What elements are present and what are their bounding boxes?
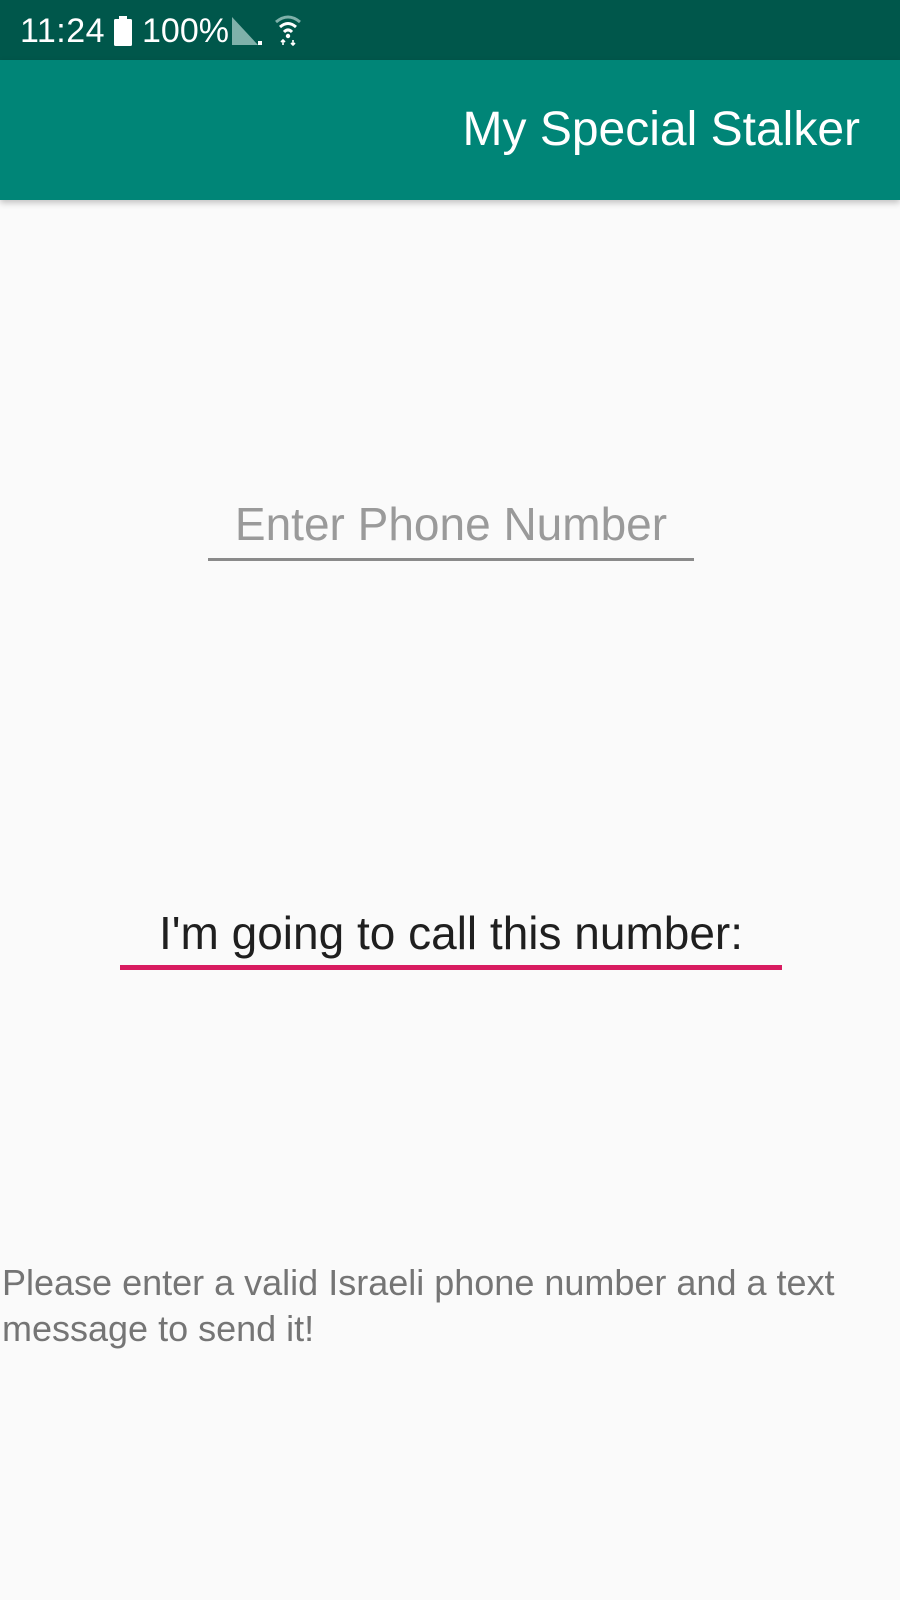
app-screen: 11:24 100% My Special Stalker Enter Phon… bbox=[0, 0, 900, 1600]
phone-input-underline bbox=[208, 558, 694, 561]
status-battery-percent: 100% bbox=[142, 12, 229, 50]
call-field-underline bbox=[120, 965, 782, 970]
status-bar: 11:24 100% bbox=[0, 0, 900, 60]
call-number-field[interactable]: I'm going to call this number: bbox=[120, 900, 782, 970]
signal-icon bbox=[232, 17, 262, 47]
battery-icon bbox=[114, 16, 132, 46]
app-title: My Special Stalker bbox=[462, 103, 860, 156]
wifi-icon bbox=[274, 14, 302, 47]
phone-number-input[interactable] bbox=[208, 495, 694, 553]
app-bar: My Special Stalker bbox=[0, 60, 900, 200]
phone-number-field[interactable] bbox=[208, 495, 694, 561]
status-time: 11:24 bbox=[20, 12, 106, 50]
call-number-label[interactable]: I'm going to call this number: bbox=[120, 906, 782, 960]
instruction-text: Please enter a valid Israeli phone numbe… bbox=[2, 1262, 835, 1349]
